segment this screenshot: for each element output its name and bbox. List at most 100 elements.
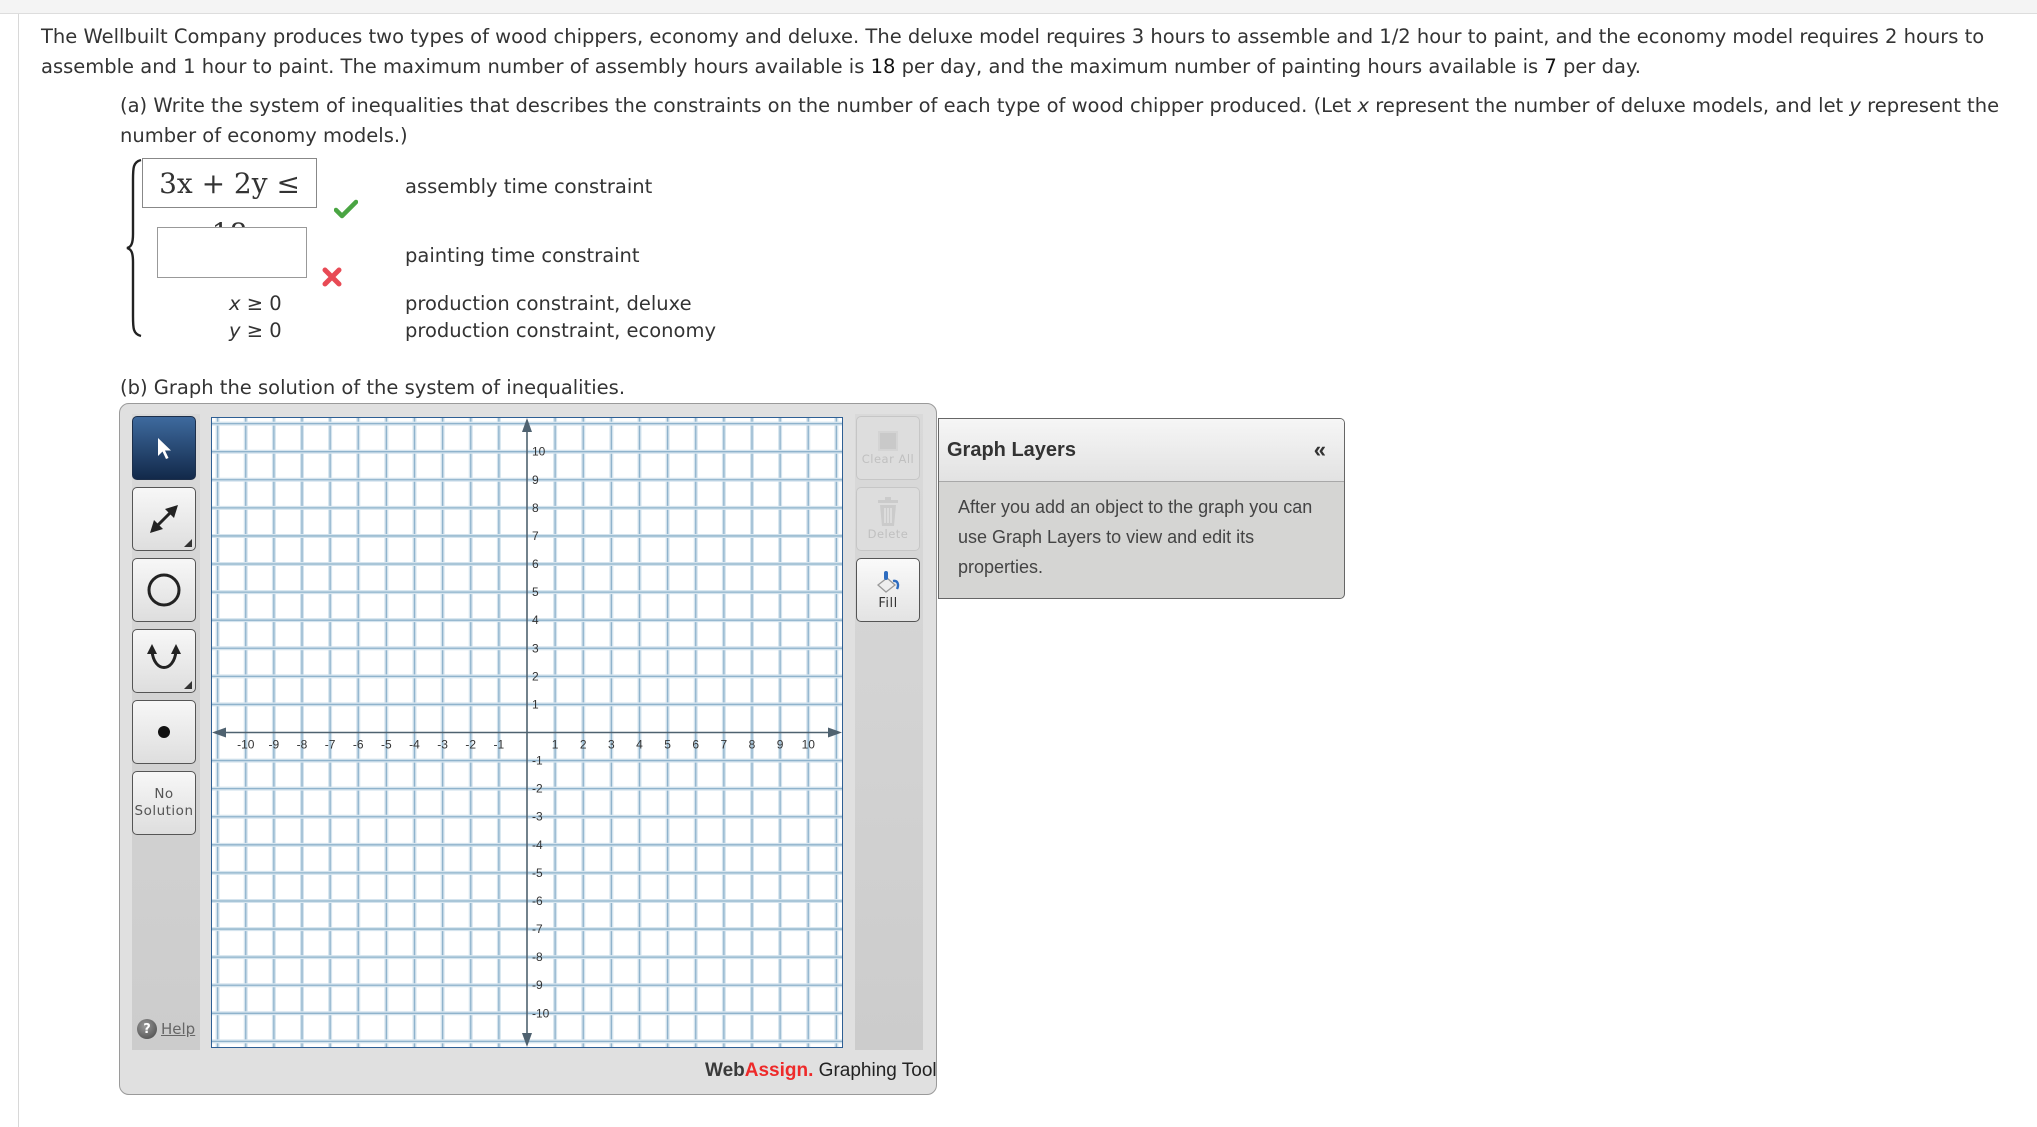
graph-canvas[interactable]: -10 -9 -8 -7 -6 -5 -4 -3 -2 -1 1 2 3 4 5 6 7 8 9 10 -10 -9 -8 -… <box>211 417 843 1048</box>
delete-label: Delete <box>867 527 909 541</box>
clear-all-icon <box>878 431 898 451</box>
brand-web: Web <box>705 1060 745 1081</box>
webassign-branding: WebAssign. Graphing Tool <box>705 1060 937 1082</box>
var-y: y <box>1849 94 1861 117</box>
parabola-icon <box>147 644 181 669</box>
x-tick-label: 5 <box>664 738 671 752</box>
part-a-text: represent the number of deluxe models, a… <box>1369 94 1850 117</box>
graph-layers-title: Graph Layers <box>947 438 1076 461</box>
no-solution-label: Solution <box>134 803 194 819</box>
submenu-indicator-icon <box>184 539 192 547</box>
coordinate-plane[interactable]: -10 -9 -8 -7 -6 -5 -4 -3 -2 -1 1 2 3 4 5 6 7 8 9 10 -10 -9 -8 -… <box>212 418 842 1047</box>
y-tick-label: -4 <box>532 838 543 852</box>
constraint-label: production constraint, deluxe <box>405 292 692 315</box>
help-label: Help <box>161 1020 196 1038</box>
brand-suffix: Graphing Tool <box>813 1060 937 1081</box>
graph-layers-message: After you add an object to the graph you… <box>958 497 1313 577</box>
x-tick-label: 4 <box>636 738 643 752</box>
inequality-rest: ≥ 0 <box>240 292 282 315</box>
incorrect-x-icon <box>322 267 342 287</box>
x-tick-label: -5 <box>381 738 392 752</box>
y-tick-label: 6 <box>532 557 539 571</box>
y-tick-label: -10 <box>532 1006 550 1020</box>
y-tick-label: 10 <box>532 445 546 459</box>
x-tick-label: -2 <box>465 738 476 752</box>
y-tick-label: -3 <box>532 810 543 824</box>
no-solution-button[interactable]: No Solution <box>132 771 196 835</box>
y-tick-label: -7 <box>532 922 543 936</box>
circle-icon <box>147 573 181 607</box>
fill-button[interactable]: Fill <box>856 558 920 622</box>
x-tick-label: -4 <box>409 738 420 752</box>
inequality-y-nonneg: y ≥ 0 <box>229 318 282 344</box>
parabola-tool-button[interactable] <box>132 629 196 693</box>
no-solution-label: No <box>154 786 174 802</box>
x-tick-label: 6 <box>692 738 699 752</box>
correct-check-icon <box>334 199 358 219</box>
painting-constraint-input[interactable] <box>157 227 307 278</box>
paint-bucket-icon <box>876 570 900 593</box>
help-question-icon: ? <box>137 1019 157 1039</box>
delete-button[interactable]: Delete <box>856 487 920 551</box>
y-tick-label: 2 <box>532 669 539 683</box>
constraint-label: production constraint, economy <box>405 319 716 342</box>
clear-all-label: Clear All <box>861 452 915 466</box>
x-tick-label: -7 <box>325 738 336 752</box>
var-x: x <box>1357 94 1370 117</box>
constraint-label: painting time constraint <box>405 244 640 267</box>
y-tick-label: 5 <box>532 585 539 599</box>
x-tick-label: 7 <box>721 738 728 752</box>
part-b-instructions: (b) Graph the solution of the system of … <box>120 376 626 399</box>
top-bar <box>0 0 2037 14</box>
x-tick-label: 3 <box>608 738 615 752</box>
fill-label: Fill <box>878 595 898 611</box>
assembly-constraint-input[interactable]: 3x + 2y ≤ 18 <box>142 158 317 250</box>
circle-tool-button[interactable] <box>132 558 196 622</box>
x-tick-label: 1 <box>552 738 559 752</box>
part-a-text: (a) Write the system of inequalities tha… <box>120 94 1358 117</box>
x-tick-label: 8 <box>749 738 756 752</box>
y-tick-label: -5 <box>532 866 543 880</box>
assembly-hours-value: 18 <box>870 55 896 78</box>
x-tick-label: -8 <box>297 738 308 752</box>
y-tick-label: -1 <box>532 754 543 768</box>
y-tick-label: -8 <box>532 950 543 964</box>
x-tick-label: -9 <box>269 738 280 752</box>
brand-assign: Assign. <box>744 1060 814 1081</box>
point-tool-button[interactable] <box>132 700 196 764</box>
graph-layers-panel: Graph Layers « After you add an object t… <box>938 418 1345 599</box>
problem-statement: The Wellbuilt Company produces two types… <box>41 22 2021 82</box>
inequality-x-nonneg: x ≥ 0 <box>229 291 282 317</box>
y-tick-label: 9 <box>532 473 539 487</box>
x-tick-label: -1 <box>494 738 505 752</box>
problem-text: per day. <box>1556 55 1641 78</box>
var-x: x <box>229 292 241 315</box>
collapse-icon[interactable]: « <box>1314 437 1326 463</box>
submenu-indicator-icon <box>184 681 192 689</box>
y-tick-label: 3 <box>532 641 539 655</box>
arrow-cursor-icon <box>158 438 171 459</box>
inequality-rest: ≥ 0 <box>240 319 282 342</box>
x-tick-label: -6 <box>353 738 364 752</box>
y-tick-label: 7 <box>532 529 539 543</box>
part-a-instructions: (a) Write the system of inequalities tha… <box>120 91 2030 151</box>
var-y: y <box>229 319 241 342</box>
y-tick-label: -2 <box>532 782 543 796</box>
graph-layers-header: Graph Layers « <box>939 419 1344 482</box>
y-tick-label: 4 <box>532 613 539 627</box>
clear-all-button[interactable]: Clear All <box>856 416 920 480</box>
trash-icon <box>878 497 898 526</box>
double-arrow-line-icon <box>150 505 178 533</box>
x-tick-label: 10 <box>802 738 816 752</box>
painting-hours-value: 7 <box>1544 55 1557 78</box>
constraint-label: assembly time constraint <box>405 175 653 198</box>
x-tick-label: -3 <box>437 738 448 752</box>
y-tick-label: -9 <box>532 978 543 992</box>
problem-text: per day, and the maximum number of paint… <box>895 55 1545 78</box>
y-tick-label: -6 <box>532 894 543 908</box>
y-tick-label: 8 <box>532 501 539 515</box>
y-tick-label: 1 <box>532 697 539 711</box>
select-tool-button[interactable] <box>132 416 196 480</box>
line-tool-button[interactable] <box>132 487 196 551</box>
help-link[interactable]: ? Help <box>137 1019 195 1039</box>
